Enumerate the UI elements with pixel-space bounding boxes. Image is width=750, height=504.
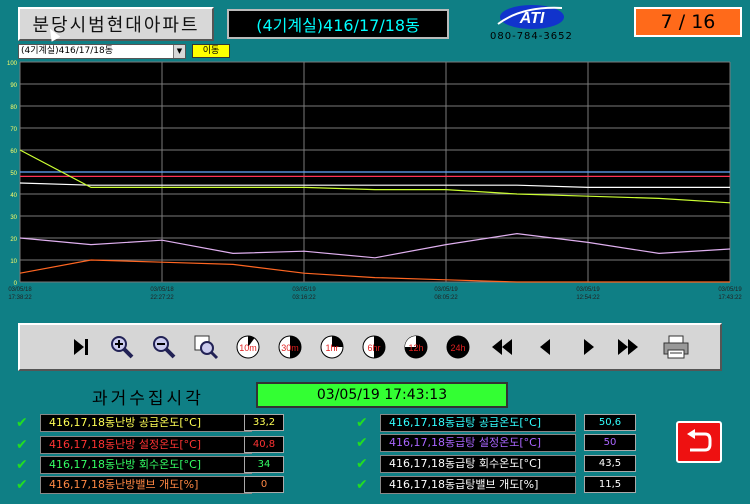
return-button[interactable]	[676, 421, 722, 463]
y-tick-label: 10	[10, 259, 17, 265]
check-icon[interactable]: ✔	[356, 435, 370, 451]
ati-logo: ATI	[497, 5, 564, 29]
reading-label: 416,17,18동난방 회수온도[°C]	[40, 456, 252, 474]
move-button[interactable]: 이동	[192, 44, 230, 58]
check-icon[interactable]: ✔	[356, 477, 370, 493]
reading-value: 50,6	[584, 414, 636, 431]
return-arrow-icon	[687, 429, 712, 452]
history-label: 과거수집시각	[92, 389, 204, 409]
reading-row: ✔ 416,17,18동급탕 설정온도[°C] 50	[356, 434, 646, 452]
reading-label: 416,17,18동난방 공급온도[°C]	[40, 414, 252, 432]
x-tick-date: 03/05/19	[718, 287, 742, 293]
x-tick-time: 17:43:22	[718, 295, 742, 301]
printer-icon[interactable]	[662, 333, 690, 361]
goto-last-icon[interactable]	[66, 333, 94, 361]
x-tick-date: 03/05/19	[292, 287, 316, 293]
y-tick-label: 80	[10, 105, 17, 111]
page-counter: 7 / 16	[634, 7, 742, 37]
y-tick-label: 40	[10, 193, 17, 199]
history-time: 03/05/19 17:43:13	[256, 382, 508, 408]
previous-icon[interactable]	[532, 333, 560, 361]
reading-row: ✔ 416,17,18동급탕밸브 개도[%] 11,5	[356, 476, 646, 494]
range-12h-button[interactable]: 12h	[402, 333, 430, 361]
range-6hr-button[interactable]: 6hr	[360, 333, 388, 361]
reading-value: 33,2	[244, 414, 284, 431]
range-24h-label: 24h	[450, 343, 465, 353]
x-tick-date: 03/05/19	[576, 287, 600, 293]
reading-label: 416,17,18동난방밸브 개도[%]	[40, 476, 252, 494]
check-icon[interactable]: ✔	[16, 477, 30, 493]
reading-value: 34	[244, 456, 284, 473]
x-tick-date: 03/05/19	[434, 287, 458, 293]
reading-label: 416,17,18동난방 설정온도[°C]	[40, 436, 252, 454]
check-icon[interactable]: ✔	[356, 456, 370, 472]
zoom-in-icon[interactable]	[108, 333, 136, 361]
check-icon[interactable]: ✔	[16, 457, 30, 473]
range-6hr-label: 6hr	[367, 343, 380, 353]
building-select-value: (4기계실)416/17/18동	[21, 46, 114, 56]
y-tick-label: 50	[10, 171, 17, 177]
y-tick-label: 90	[10, 83, 17, 89]
range-1hr-label: 1hr	[325, 343, 338, 353]
chevron-down-icon[interactable]: ▼	[173, 45, 185, 58]
reading-value: 40,8	[244, 436, 284, 453]
y-tick-label: 70	[10, 127, 17, 133]
range-30m-button[interactable]: 30m	[276, 333, 304, 361]
reading-row: ✔ 416,17,18동난방밸브 개도[%] 0	[16, 476, 326, 494]
x-tick-time: 17:38:22	[8, 295, 32, 301]
check-icon[interactable]: ✔	[356, 415, 370, 431]
y-tick-label: 30	[10, 215, 17, 221]
trend-chart: 010203040506070809010003/05/1817:38:2203…	[7, 61, 742, 301]
zoom-reset-icon[interactable]	[192, 333, 220, 361]
reading-value: 43,5	[584, 455, 636, 472]
logo-text: ATI	[519, 10, 545, 27]
range-24h-button[interactable]: 24h	[444, 333, 472, 361]
building-title: (4기계실)416/17/18동	[227, 9, 449, 39]
x-tick-time: 22:27:22	[150, 295, 174, 301]
range-10m-label: 10m	[239, 343, 257, 353]
reading-row: ✔ 416,17,18동난방 회수온도[°C] 34	[16, 456, 326, 474]
fast-forward-icon[interactable]	[614, 333, 642, 361]
reading-value: 11,5	[584, 476, 636, 493]
range-10m-button[interactable]: 10m	[234, 333, 262, 361]
building-select[interactable]: (4기계실)416/17/18동 ▼	[18, 44, 186, 59]
range-12h-label: 12h	[408, 343, 423, 353]
x-tick-time: 08:05:22	[434, 295, 458, 301]
y-tick-label: 20	[10, 237, 17, 243]
reading-label: 416,17,18동급탕 회수온도[°C]	[380, 455, 576, 473]
check-icon[interactable]: ✔	[16, 415, 30, 431]
reading-value: 50	[584, 434, 636, 451]
reading-row: ✔ 416,17,18동급탕 공급온도[°C] 50,6	[356, 414, 646, 432]
reading-label: 416,17,18동급탕 공급온도[°C]	[380, 414, 576, 432]
check-icon[interactable]: ✔	[16, 437, 30, 453]
rewind-icon[interactable]	[488, 333, 516, 361]
x-tick-time: 03:16:22	[292, 295, 316, 301]
chart-toolbar: 10m 30m 1hr 6hr 12h 24h	[18, 323, 722, 371]
reading-row: ✔ 416,17,18동급탕 회수온도[°C] 43,5	[356, 455, 646, 473]
x-tick-date: 03/05/18	[150, 287, 174, 293]
x-tick-time: 12:54:22	[576, 295, 600, 301]
reading-label: 416,17,18동급탕 설정온도[°C]	[380, 434, 576, 452]
reading-row: ✔ 416,17,18동난방 설정온도[°C] 40,8	[16, 436, 326, 454]
reading-label: 416,17,18동급탕밸브 개도[%]	[380, 476, 576, 494]
range-30m-label: 30m	[281, 343, 299, 353]
y-tick-label: 100	[7, 61, 18, 67]
y-tick-label: 60	[10, 149, 17, 155]
phone-number: 080-784-3652	[490, 31, 573, 42]
range-1hr-button[interactable]: 1hr	[318, 333, 346, 361]
reading-value: 0	[244, 476, 284, 493]
zoom-out-icon[interactable]	[150, 333, 178, 361]
next-icon[interactable]	[574, 333, 602, 361]
reading-row: ✔ 416,17,18동난방 공급온도[°C] 33,2	[16, 414, 326, 432]
x-tick-date: 03/05/18	[8, 287, 32, 293]
